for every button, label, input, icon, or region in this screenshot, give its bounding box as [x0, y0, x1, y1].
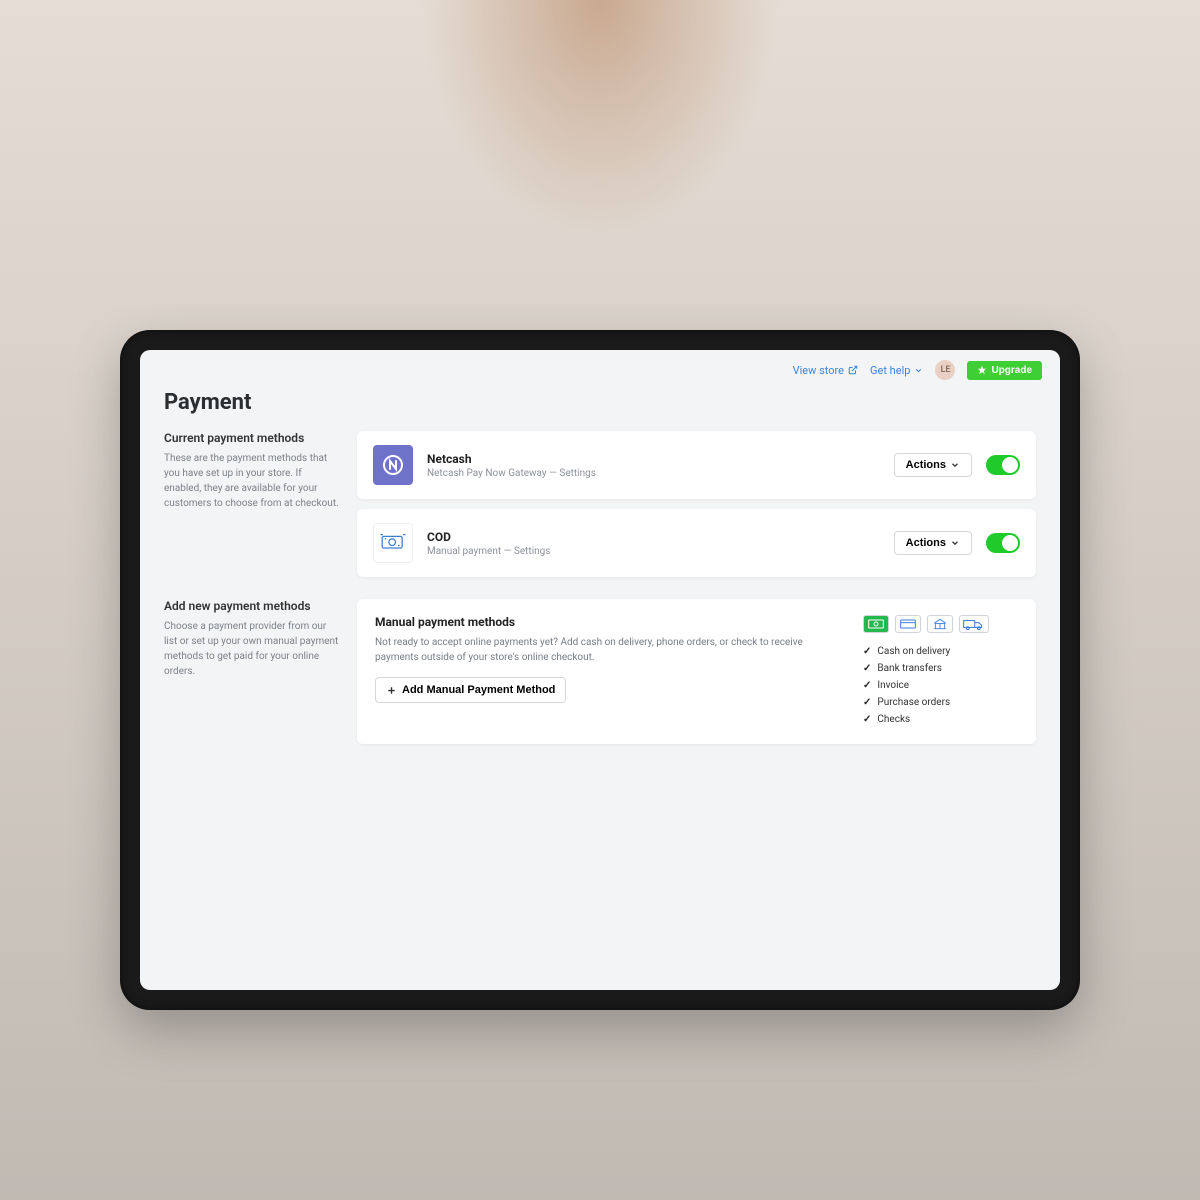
- provider-name-cod: COD: [427, 530, 880, 544]
- avatar[interactable]: LE: [935, 360, 955, 380]
- list-item: Invoice: [863, 677, 1018, 694]
- manual-desc: Not ready to accept online payments yet?…: [375, 635, 843, 665]
- provider-sub-netcash: Netcash Pay Now Gateway — Settings: [427, 468, 880, 479]
- app-screen: View store Get help LE Upgrade Payment: [140, 350, 1060, 990]
- actions-label-netcash: Actions: [906, 459, 946, 471]
- manual-card: Manual payment methods Not ready to acce…: [357, 599, 1036, 744]
- chevron-down-icon: [914, 366, 923, 375]
- avatar-initials: LE: [940, 365, 950, 375]
- section-add-title: Add new payment methods: [164, 599, 339, 613]
- provider-info-netcash: Netcash Netcash Pay Now Gateway — Settin…: [427, 452, 880, 479]
- add-manual-button[interactable]: Add Manual Payment Method: [375, 677, 566, 703]
- top-bar: View store Get help LE Upgrade: [140, 350, 1060, 384]
- chevron-down-icon: [950, 460, 960, 470]
- content-area: Payment Current payment methods These ar…: [140, 384, 1060, 790]
- star-icon: [977, 365, 987, 375]
- get-help-link[interactable]: Get help: [870, 364, 923, 377]
- external-link-icon: [848, 365, 858, 375]
- manual-right: Cash on delivery Bank transfers Invoice …: [863, 615, 1018, 728]
- list-item: Cash on delivery: [863, 643, 1018, 660]
- section-current-right: Netcash Netcash Pay Now Gateway — Settin…: [357, 431, 1036, 577]
- section-current-methods: Current payment methods These are the pa…: [164, 431, 1036, 577]
- feature-text: Bank transfers: [877, 663, 942, 674]
- cod-logo: [373, 523, 413, 563]
- toggle-netcash[interactable]: [986, 455, 1020, 475]
- plus-icon: [386, 685, 397, 696]
- feature-text: Purchase orders: [877, 697, 950, 708]
- provider-card-netcash: Netcash Netcash Pay Now Gateway — Settin…: [357, 431, 1036, 499]
- section-add-right: Manual payment methods Not ready to acce…: [357, 599, 1036, 744]
- section-current-title: Current payment methods: [164, 431, 339, 445]
- cash-money-icon: [863, 615, 889, 633]
- get-help-label: Get help: [870, 364, 910, 377]
- section-add-left: Add new payment methods Choose a payment…: [164, 599, 339, 744]
- actions-button-netcash[interactable]: Actions: [894, 453, 972, 477]
- feature-text: Invoice: [877, 680, 909, 691]
- list-item: Checks: [863, 711, 1018, 728]
- feature-text: Cash on delivery: [877, 646, 950, 657]
- actions-label-cod: Actions: [906, 537, 946, 549]
- tablet-bezel: View store Get help LE Upgrade Payment: [120, 330, 1080, 1010]
- payment-icons-row: [863, 615, 1018, 633]
- upgrade-label: Upgrade: [991, 365, 1032, 376]
- provider-sub-cod: Manual payment — Settings: [427, 546, 880, 557]
- add-manual-label: Add Manual Payment Method: [402, 684, 555, 696]
- section-current-desc: These are the payment methods that you h…: [164, 451, 339, 511]
- section-current-left: Current payment methods These are the pa…: [164, 431, 339, 577]
- view-store-link[interactable]: View store: [793, 364, 858, 377]
- upgrade-button[interactable]: Upgrade: [967, 361, 1042, 380]
- section-add-desc: Choose a payment provider from our list …: [164, 619, 339, 679]
- feature-text: Checks: [877, 714, 910, 725]
- actions-button-cod[interactable]: Actions: [894, 531, 972, 555]
- toggle-cod[interactable]: [986, 533, 1020, 553]
- provider-info-cod: COD Manual payment — Settings: [427, 530, 880, 557]
- list-item: Purchase orders: [863, 694, 1018, 711]
- feature-list: Cash on delivery Bank transfers Invoice …: [863, 643, 1018, 728]
- view-store-label: View store: [793, 364, 844, 377]
- provider-name-netcash: Netcash: [427, 452, 880, 466]
- cash-icon: [378, 528, 408, 558]
- bank-icon: [927, 615, 953, 633]
- page-title: Payment: [164, 390, 1036, 415]
- card-icon: [895, 615, 921, 633]
- list-item: Bank transfers: [863, 660, 1018, 677]
- chevron-down-icon: [950, 538, 960, 548]
- netcash-logo: [373, 445, 413, 485]
- section-add-methods: Add new payment methods Choose a payment…: [164, 599, 1036, 744]
- provider-card-cod: COD Manual payment — Settings Actions: [357, 509, 1036, 577]
- tablet-frame: View store Get help LE Upgrade Payment: [120, 330, 1080, 1010]
- truck-icon: [959, 615, 989, 633]
- manual-left: Manual payment methods Not ready to acce…: [375, 615, 843, 728]
- netcash-icon: [381, 453, 405, 477]
- manual-title: Manual payment methods: [375, 615, 843, 629]
